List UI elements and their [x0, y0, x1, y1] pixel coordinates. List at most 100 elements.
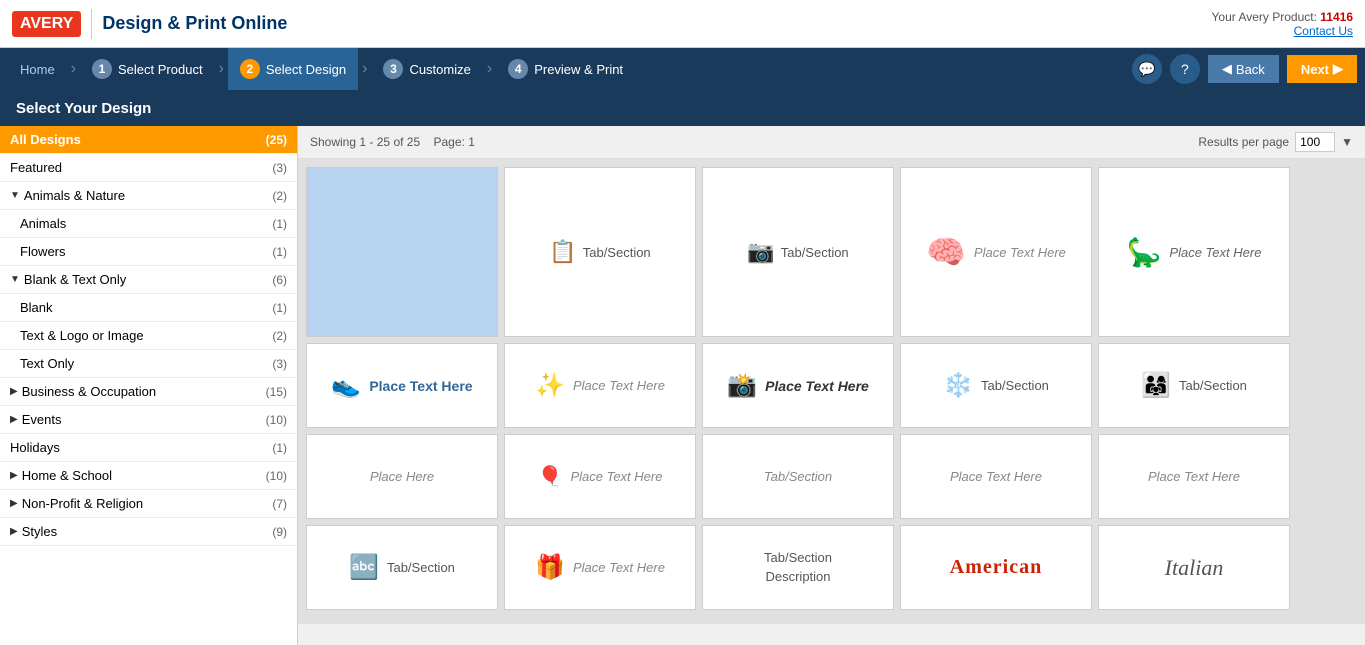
- card-text-camera: Place Text Here: [765, 378, 869, 394]
- design-card-tab-abc[interactable]: 🔤 Tab/Section: [306, 525, 498, 610]
- navbar: Home › 1 Select Product › 2 Select Desig…: [0, 48, 1365, 90]
- sidebar-count-business-occupation: (15): [266, 385, 287, 399]
- sidebar-item-text-only[interactable]: Text Only (3): [0, 350, 297, 378]
- showing-dash: -: [369, 135, 376, 149]
- sidebar-count-styles: (9): [272, 525, 287, 539]
- header: AVERY Design & Print Online Your Avery P…: [0, 0, 1365, 48]
- design-card-blue-placeholder[interactable]: [306, 167, 498, 337]
- logo-divider: [91, 9, 92, 39]
- design-card-tab-section-1[interactable]: 📋 Tab/Section: [504, 167, 696, 337]
- sidebar-item-animals[interactable]: Animals (1): [0, 210, 297, 238]
- nav-step-1[interactable]: 1 Select Product: [80, 48, 215, 90]
- results-filter-icon[interactable]: ▼: [1341, 135, 1353, 149]
- results-per-page-input[interactable]: [1295, 132, 1335, 152]
- card-text-row3d: Place Text Here: [950, 469, 1042, 484]
- design-card-place-here[interactable]: Place Here: [306, 434, 498, 519]
- showing-label: Showing: [310, 135, 356, 149]
- sidebar-item-home-school[interactable]: ▶ Home & School (10): [0, 462, 297, 490]
- card-text-tab-desc: Tab/SectionDescription: [764, 549, 832, 585]
- sidebar-item-flowers[interactable]: Flowers (1): [0, 238, 297, 266]
- sidebar-count-non-profit: (7): [272, 497, 287, 511]
- right-panel: Showing 1 - 25 of 25 Page: 1 Results per…: [298, 126, 1365, 645]
- card-text-snow: Tab/Section: [981, 378, 1049, 393]
- design-card-row3-d[interactable]: Place Text Here: [900, 434, 1092, 519]
- chat-button[interactable]: 💬: [1132, 54, 1162, 84]
- design-card-place-text-gift[interactable]: 🎁 Place Text Here: [504, 525, 696, 610]
- styles-header: ▶ Styles: [10, 524, 57, 539]
- nav-home[interactable]: Home: [8, 62, 67, 77]
- home-school-header: ▶ Home & School: [10, 468, 112, 483]
- step-num-4: 4: [508, 59, 528, 79]
- sidebar-count-blank: (1): [272, 301, 287, 315]
- sidebar-label-non-profit: Non-Profit & Religion: [22, 496, 143, 511]
- design-card-american[interactable]: American: [900, 525, 1092, 610]
- card-text-sun: Place Text Here: [573, 378, 665, 393]
- sidebar-label-featured: Featured: [10, 160, 62, 175]
- step-label-4: Preview & Print: [534, 62, 623, 77]
- design-card-tab-section-kids[interactable]: 👨‍👩‍👧 Tab/Section: [1098, 343, 1290, 428]
- design-card-tab-section-snow[interactable]: ❄️ Tab/Section: [900, 343, 1092, 428]
- design-card-place-text-sun[interactable]: ✨ Place Text Here: [504, 343, 696, 428]
- card-text-row3c: Tab/Section: [764, 469, 832, 484]
- design-card-place-text-shoe[interactable]: 👟 Place Text Here: [306, 343, 498, 428]
- design-card-row3-c[interactable]: Tab/Section: [702, 434, 894, 519]
- sidebar-label-blank-text-only: Blank & Text Only: [24, 272, 126, 287]
- sidebar-item-blank[interactable]: Blank (1): [0, 294, 297, 322]
- nav-step-2[interactable]: 2 Select Design: [228, 48, 358, 90]
- card-text-american: American: [950, 556, 1042, 579]
- sidebar-count-text-only: (3): [272, 357, 287, 371]
- help-button[interactable]: ?: [1170, 54, 1200, 84]
- camera-icon: 📸: [727, 371, 757, 400]
- back-button[interactable]: ◀ Back: [1208, 55, 1279, 83]
- design-card-tab-desc[interactable]: Tab/SectionDescription: [702, 525, 894, 610]
- design-card-place-text-brain[interactable]: 🧠 Place Text Here: [900, 167, 1092, 337]
- step-num-2: 2: [240, 59, 260, 79]
- sidebar-item-featured[interactable]: Featured (3): [0, 154, 297, 182]
- nav-arrow-3: ›: [483, 60, 496, 78]
- sidebar-item-styles[interactable]: ▶ Styles (9): [0, 518, 297, 546]
- nav-step-3[interactable]: 3 Customize: [371, 48, 482, 90]
- step-label-2: Select Design: [266, 62, 346, 77]
- sidebar-item-holidays[interactable]: Holidays (1): [0, 434, 297, 462]
- design-grid: 📋 Tab/Section 📷 Tab/Section 🧠 Place T: [298, 159, 1365, 624]
- sidebar-item-blank-text-only[interactable]: ▼ Blank & Text Only (6): [0, 266, 297, 294]
- gift-icon: 🎁: [535, 553, 565, 582]
- sidebar-item-all-designs[interactable]: All Designs (25): [0, 126, 297, 154]
- expand-icon-styles: ▶: [10, 526, 18, 537]
- expand-icon-business: ▶: [10, 386, 18, 397]
- next-button[interactable]: Next ▶: [1287, 55, 1357, 83]
- card-text-tab1: Tab/Section: [583, 245, 651, 260]
- contact-link[interactable]: Contact Us: [1212, 24, 1353, 38]
- design-card-italian[interactable]: Italian: [1098, 525, 1290, 610]
- design-card-row3-e[interactable]: Place Text Here: [1098, 434, 1290, 519]
- card-content-brain: 🧠 Place Text Here: [926, 233, 1066, 271]
- design-row-2: 👟 Place Text Here ✨ Place Text Here 📸 Pl…: [306, 343, 1357, 428]
- design-card-place-text-dino[interactable]: 🦕 Place Text Here: [1098, 167, 1290, 337]
- brain-icon: 🧠: [926, 233, 966, 271]
- card-text-kids: Tab/Section: [1179, 378, 1247, 393]
- clipboard-icon: 📋: [549, 239, 576, 265]
- nav-step-4[interactable]: 4 Preview & Print: [496, 48, 635, 90]
- design-card-row3-b[interactable]: 🎈 Place Text Here: [504, 434, 696, 519]
- sidebar-item-business-occupation[interactable]: ▶ Business & Occupation (15): [0, 378, 297, 406]
- design-card-tab-section-2[interactable]: 📷 Tab/Section: [702, 167, 894, 337]
- card-text-brain: Place Text Here: [974, 245, 1066, 260]
- results-right: Results per page ▼: [1198, 132, 1353, 152]
- abc-icon: 🔤: [349, 553, 379, 582]
- card-content-dino: 🦕 Place Text Here: [1127, 236, 1262, 269]
- design-card-place-text-camera[interactable]: 📸 Place Text Here: [702, 343, 894, 428]
- sidebar-item-text-logo-image[interactable]: Text & Logo or Image (2): [0, 322, 297, 350]
- sidebar-item-events[interactable]: ▶ Events (10): [0, 406, 297, 434]
- dino-icon: 🦕: [1127, 236, 1162, 269]
- showing-of: of: [393, 135, 406, 149]
- nav-arrow-2: ›: [358, 60, 371, 78]
- sidebar-item-non-profit[interactable]: ▶ Non-Profit & Religion (7): [0, 490, 297, 518]
- design-row-1: 📋 Tab/Section 📷 Tab/Section 🧠 Place T: [306, 167, 1357, 337]
- sidebar-item-animals-nature[interactable]: ▼ Animals & Nature (2): [0, 182, 297, 210]
- sidebar-label-flowers: Flowers: [20, 244, 66, 259]
- snowflake-icon: ❄️: [943, 371, 973, 400]
- page-label: Page:: [434, 135, 465, 149]
- main-content: All Designs (25) Featured (3) ▼ Animals …: [0, 126, 1365, 645]
- page-num: 1: [468, 135, 475, 149]
- sidebar-count-home-school: (10): [266, 469, 287, 483]
